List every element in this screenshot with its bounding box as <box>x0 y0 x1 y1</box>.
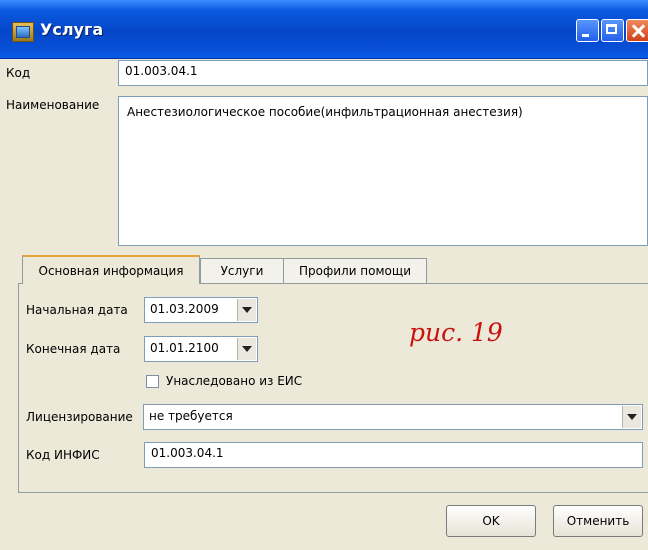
app-icon <box>12 22 34 42</box>
infis-code-label: Код ИНФИС <box>26 448 100 462</box>
maximize-icon[interactable] <box>601 19 624 42</box>
cancel-button[interactable]: Отменить <box>553 505 643 537</box>
chevron-down-icon <box>242 307 252 313</box>
service-dialog: Услуга Код 01.003.04.1 Наименование Анес… <box>0 0 648 550</box>
chevron-down-icon <box>242 346 252 352</box>
code-field[interactable]: 01.003.04.1 <box>118 60 648 86</box>
name-textarea[interactable]: Анестезиологическое пособие(инфильтрацио… <box>118 96 648 246</box>
close-icon[interactable] <box>626 19 648 42</box>
minimize-icon[interactable] <box>576 19 599 42</box>
end-date-label: Конечная дата <box>26 342 121 356</box>
name-label: Наименование <box>6 98 100 112</box>
licensing-select[interactable]: не требуется <box>143 404 643 430</box>
start-date-label: Начальная дата <box>26 303 128 317</box>
licensing-value: не требуется <box>149 409 233 423</box>
chevron-down-icon <box>627 414 637 420</box>
window-title: Услуга <box>40 20 104 39</box>
tab-main-info[interactable]: Основная информация <box>22 255 200 284</box>
licensing-dropdown-button[interactable] <box>622 406 641 428</box>
title-bar[interactable]: Услуга <box>0 0 648 59</box>
start-date-picker[interactable]: 01.03.2009 <box>144 297 258 323</box>
tab-care-profiles[interactable]: Профили помощи <box>283 258 427 283</box>
start-date-value: 01.03.2009 <box>150 302 219 316</box>
end-date-picker[interactable]: 01.01.2100 <box>144 336 258 362</box>
tab-services[interactable]: Услуги <box>200 258 284 283</box>
inherited-checkbox[interactable] <box>146 375 159 388</box>
ok-button[interactable]: OK <box>446 505 536 537</box>
end-date-value: 01.01.2100 <box>150 341 219 355</box>
infis-code-field[interactable]: 01.003.04.1 <box>144 442 643 468</box>
start-date-dropdown-button[interactable] <box>237 299 256 321</box>
licensing-label: Лицензирование <box>26 410 133 424</box>
end-date-dropdown-button[interactable] <box>237 338 256 360</box>
figure-annotation: рис. 19 <box>409 318 503 347</box>
code-label: Код <box>6 66 31 80</box>
inherited-label: Унаследовано из ЕИС <box>166 374 303 388</box>
